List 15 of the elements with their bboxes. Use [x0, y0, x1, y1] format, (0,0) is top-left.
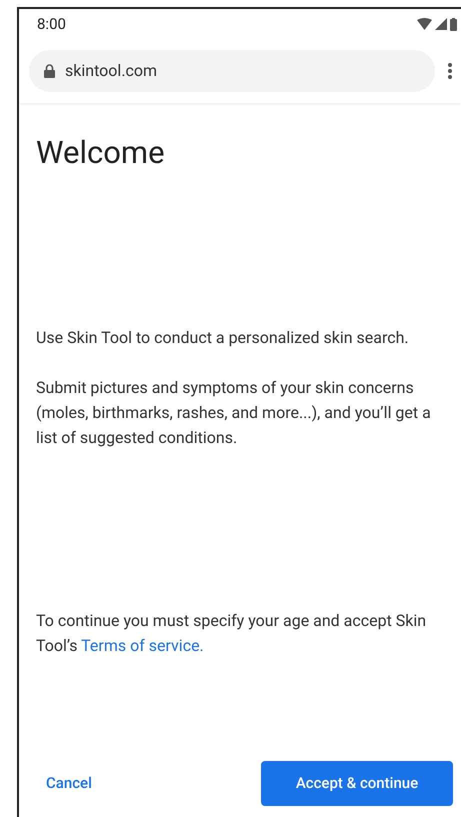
- page-title: Welcome: [36, 133, 166, 173]
- terms-link[interactable]: Terms of service.: [81, 636, 204, 655]
- address-bar[interactable]: skintool.com: [29, 50, 435, 92]
- menu-icon[interactable]: [447, 62, 453, 80]
- body-paragraph: Use Skin Tool to conduct a personalized skin search.: [36, 327, 410, 349]
- body-paragraph: Submit pictures and symptoms of your skin concerns (moles, birthmarks, rashes, and more...), and you’ll get a list of suggested conditions.: [36, 377, 432, 449]
- consent-text: To continue you must specify your age and accept Skin Tool’s Terms of service.: [36, 610, 428, 657]
- signal-icon: [435, 18, 447, 30]
- accept-button[interactable]: Accept & continue: [261, 761, 453, 806]
- wifi-icon: [417, 18, 432, 30]
- cancel-button[interactable]: Cancel: [46, 772, 92, 795]
- battery-icon: [450, 18, 457, 30]
- lock-icon: [44, 64, 55, 78]
- url-text: skintool.com: [65, 60, 158, 82]
- status-time: 8:00: [37, 14, 66, 35]
